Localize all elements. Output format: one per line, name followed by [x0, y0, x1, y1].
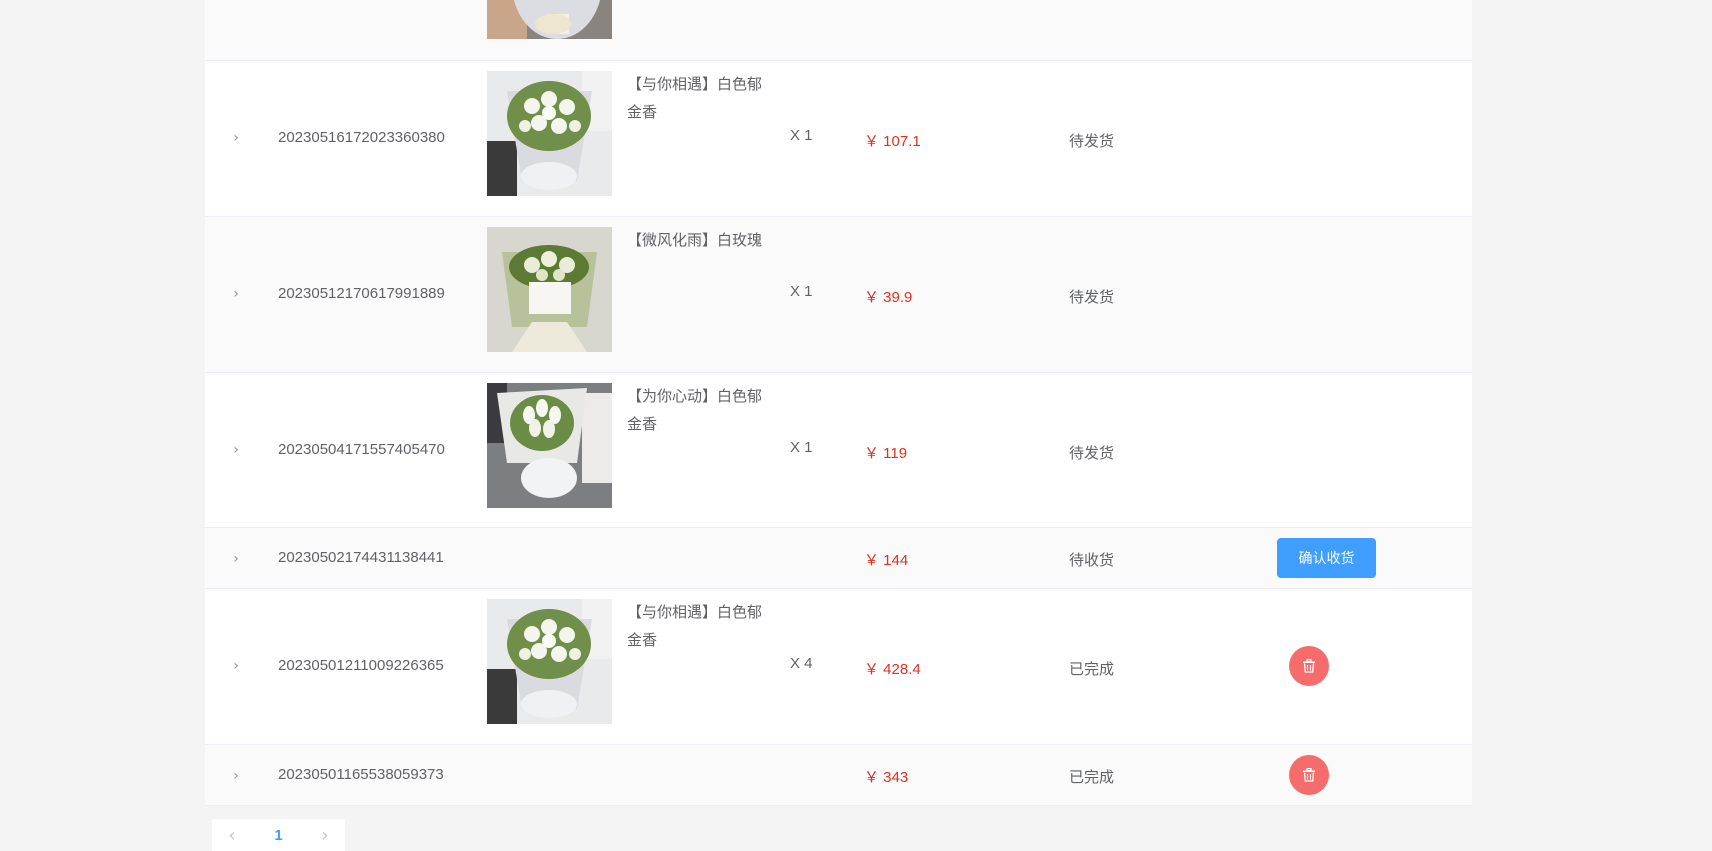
chevron-right-icon[interactable]: ›: [229, 552, 243, 566]
trash-icon: [1303, 768, 1315, 782]
order-status: 待发货: [1069, 133, 1115, 150]
order-number: 20230501211009226365: [278, 657, 444, 674]
chevron-right-icon[interactable]: ›: [229, 769, 243, 783]
product-image: [487, 383, 612, 508]
order-number: 20230516172023360380: [278, 129, 445, 146]
chevron-right-icon[interactable]: ›: [229, 287, 243, 301]
order-number: 20230512170617991889: [278, 285, 445, 302]
chevron-right-icon[interactable]: ›: [229, 443, 243, 457]
table-row: › 20230501165538059373 ￥ 343 已完成: [205, 745, 1472, 806]
confirm-receipt-button[interactable]: 确认收货: [1277, 538, 1376, 578]
quantity: X 1: [790, 127, 813, 144]
table-row: › 20230504171557405470 【为你心动】白色郁金香 X 1 ￥…: [205, 373, 1472, 528]
price: ￥ 119: [864, 445, 908, 462]
quantity: X 4: [790, 655, 813, 672]
table-row: [205, 0, 1472, 61]
order-status: 待发货: [1069, 289, 1115, 306]
price: ￥ 107.1: [864, 133, 921, 150]
product-name[interactable]: 【与你相遇】白色郁金香: [627, 71, 767, 127]
table-row: › 20230516172023360380 【与你相遇】白色郁金香 X 1 ￥…: [205, 61, 1472, 217]
product-image: [487, 0, 612, 39]
order-status: 已完成: [1069, 769, 1115, 786]
trash-icon: [1303, 659, 1315, 673]
product-name[interactable]: 【为你心动】白色郁金香: [627, 383, 767, 439]
order-status: 已完成: [1069, 661, 1115, 678]
product-name[interactable]: 【与你相遇】白色郁金香: [627, 599, 767, 655]
quantity: X 1: [790, 439, 813, 456]
product-image: [487, 599, 612, 724]
order-number: 20230502174431138441: [278, 549, 444, 566]
table-row: › 20230512170617991889 【微风化雨】白玫瑰 X 1 ￥ 3…: [205, 217, 1472, 373]
product-image: [487, 227, 612, 352]
chevron-right-icon[interactable]: ›: [305, 825, 345, 846]
price: ￥ 39.9: [864, 289, 913, 306]
order-status: 待收货: [1069, 552, 1115, 569]
order-status: 待发货: [1069, 445, 1115, 462]
page-number[interactable]: 1: [252, 827, 305, 844]
quantity: X 1: [790, 283, 813, 300]
pagination: ‹ 1 ›: [212, 819, 345, 851]
delete-order-button[interactable]: [1289, 646, 1329, 686]
chevron-right-icon[interactable]: ›: [229, 659, 243, 673]
orders-table: › 20230516172023360380 【与你相遇】白色郁金香 X 1 ￥…: [205, 0, 1472, 806]
price: ￥ 428.4: [864, 661, 921, 678]
table-row: › 20230501211009226365 【与你相遇】白色郁金香 X 4 ￥…: [205, 589, 1472, 745]
chevron-left-icon[interactable]: ‹: [212, 825, 252, 846]
chevron-right-icon[interactable]: ›: [229, 131, 243, 145]
order-number: 20230504171557405470: [278, 441, 445, 458]
price: ￥ 343: [864, 769, 909, 786]
delete-order-button[interactable]: [1289, 755, 1329, 795]
product-name[interactable]: 【微风化雨】白玫瑰: [627, 227, 767, 255]
price: ￥ 144: [864, 552, 909, 569]
order-number: 20230501165538059373: [278, 766, 444, 783]
table-row: › 20230502174431138441 ￥ 144 待收货 确认收货: [205, 528, 1472, 589]
product-image: [487, 71, 612, 196]
